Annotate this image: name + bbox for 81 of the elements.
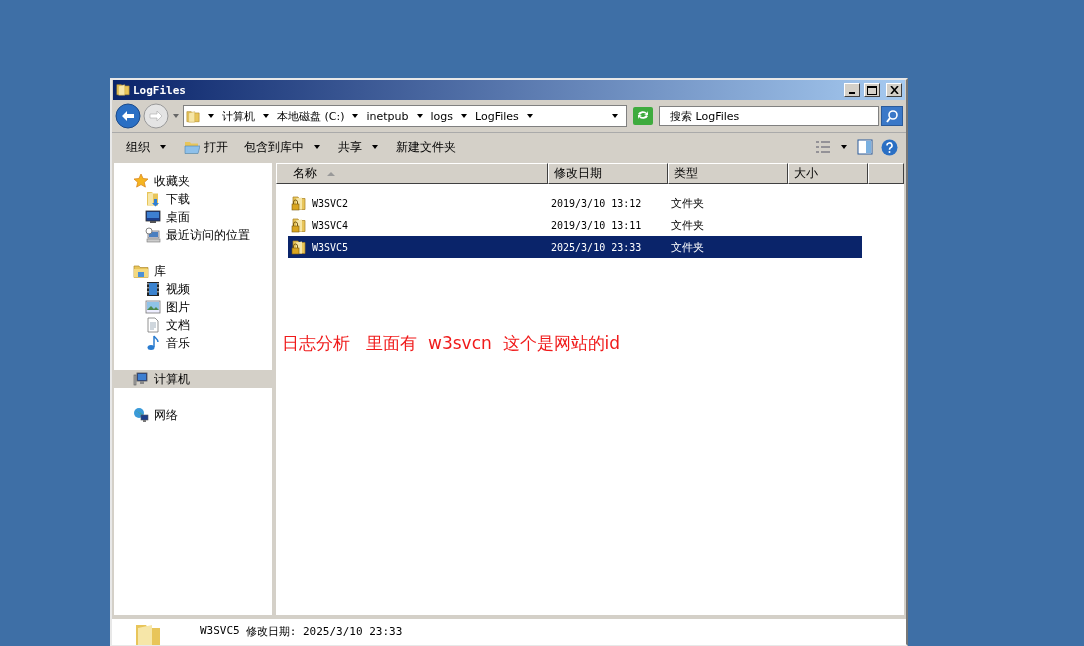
caret-icon — [352, 114, 359, 118]
file-row[interactable]: W3SVC5 2025/3/10 23:33 文件夹 — [288, 236, 862, 258]
file-row[interactable]: W3SVC4 2019/3/10 13:11 文件夹 — [288, 214, 862, 236]
maximize-icon — [867, 85, 877, 95]
locked-folder-icon — [291, 195, 307, 211]
date-cell-text: 2025/3/10 23:33 — [551, 241, 643, 253]
annotation-text: 日志分析 里面有 w3svcn 这个是网站的id — [282, 332, 621, 355]
folder-icon — [186, 108, 200, 124]
film-icon — [145, 281, 161, 297]
caret-icon — [612, 114, 618, 118]
breadcrumb[interactable]: 计算机 — [222, 108, 255, 124]
details-modified: 修改日期: 2025/3/10 23:33 — [245, 624, 403, 639]
toolbar-button[interactable]: 打开 — [176, 135, 236, 159]
details-name: W3SVC5 — [200, 624, 240, 639]
nav-item[interactable]: 图片 — [114, 298, 272, 316]
nav-item[interactable]: 视频 — [114, 280, 272, 298]
search-icon — [885, 109, 899, 123]
refresh-icon — [636, 108, 650, 121]
music-note-icon — [145, 335, 161, 351]
caret-icon — [461, 114, 467, 118]
search-field[interactable]: 搜索 LogFiles — [659, 106, 879, 126]
file-name: W3SVC2 — [312, 197, 349, 209]
date-cell-text: 2019/3/10 13:12 — [551, 197, 643, 209]
caret-icon — [263, 114, 269, 118]
monitor-icon — [145, 209, 161, 225]
breadcrumb[interactable]: LogFiles — [475, 109, 519, 123]
star-icon — [133, 173, 149, 189]
file-name: W3SVC4 — [312, 219, 349, 231]
nav-item[interactable]: 最近访问的位置 — [114, 226, 272, 244]
file-row[interactable]: W3SVC2 2019/3/10 13:12 文件夹 — [288, 192, 862, 214]
column-header[interactable]: 名称 — [276, 163, 548, 184]
nav-item[interactable]: 下载 — [114, 190, 272, 208]
column-header[interactable]: 大小 — [788, 163, 868, 184]
window-title: LogFiles — [133, 83, 187, 97]
caret-icon — [208, 114, 214, 118]
breadcrumb[interactable]: inetpub — [366, 109, 409, 123]
caret-icon — [416, 114, 423, 118]
nav-item[interactable]: 网络 — [114, 406, 272, 424]
type-cell-text: 文件夹 — [671, 239, 705, 255]
date-cell-text: 2019/3/10 13:11 — [551, 219, 643, 231]
computer-icon — [133, 371, 149, 387]
document-icon — [145, 317, 161, 333]
locked-folder-icon — [291, 239, 307, 255]
toolbar-button[interactable]: 新建文件夹 — [388, 135, 464, 159]
toolbar-button[interactable]: 包含到库中 — [236, 135, 330, 159]
network-globe-icon — [133, 407, 149, 423]
computer-clock-icon — [145, 227, 161, 243]
nav-item[interactable]: 音乐 — [114, 334, 272, 352]
folder-download-icon — [145, 191, 161, 207]
column-header[interactable]: 修改日期 — [548, 163, 668, 184]
maximize-button[interactable] — [864, 83, 880, 97]
type-cell-text: 文件夹 — [671, 217, 705, 233]
help-icon[interactable] — [881, 138, 898, 156]
column-header[interactable]: 类型 — [668, 163, 788, 184]
breadcrumb[interactable]: logs — [430, 109, 453, 123]
caret-icon — [841, 145, 847, 149]
close-button[interactable] — [886, 83, 902, 97]
toolbar-button[interactable]: 组织 — [118, 135, 176, 159]
preview-pane-icon[interactable] — [857, 139, 873, 155]
caret-icon — [526, 114, 533, 118]
address-field[interactable]: 计算机 本地磁盘 (C:) inetpub logs LogFiles — [183, 105, 627, 127]
back-button[interactable] — [115, 103, 141, 129]
search-button[interactable] — [881, 106, 903, 126]
nav-item[interactable]: 计算机 — [114, 370, 272, 388]
minimize-button[interactable] — [844, 83, 860, 97]
image-icon — [145, 299, 161, 315]
close-icon — [889, 86, 899, 94]
open-folder-icon — [184, 139, 200, 155]
history-dropdown-icon[interactable] — [173, 114, 179, 118]
folder-icon — [134, 623, 162, 645]
nav-item[interactable]: 文档 — [114, 316, 272, 334]
library-folder-icon — [133, 263, 149, 279]
nav-item[interactable]: 库 — [114, 262, 272, 280]
toolbar-button[interactable]: 共享 — [330, 135, 388, 159]
file-name: W3SVC5 — [312, 241, 349, 253]
nav-item[interactable]: 收藏夹 — [114, 172, 272, 190]
locked-folder-icon — [291, 217, 307, 233]
breadcrumb[interactable]: 本地磁盘 (C:) — [277, 108, 345, 124]
type-cell-text: 文件夹 — [671, 195, 705, 211]
nav-item[interactable]: 桌面 — [114, 208, 272, 226]
refresh-button[interactable] — [633, 107, 653, 125]
